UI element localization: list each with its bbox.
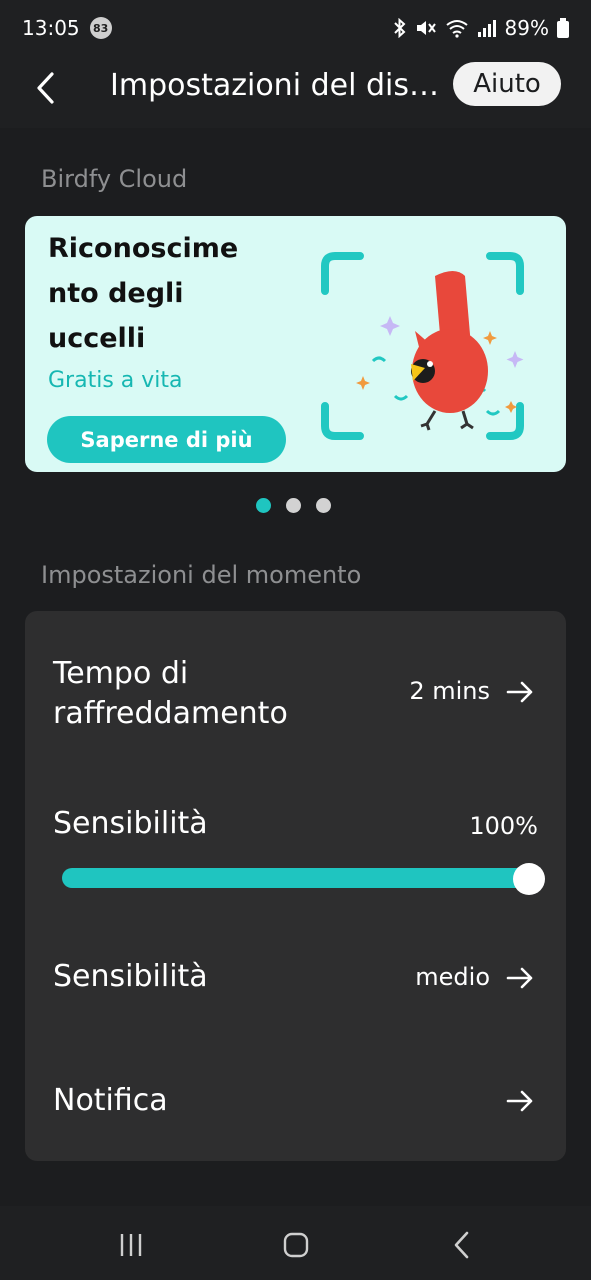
status-time: 13:05 — [22, 16, 80, 40]
moment-settings-card: Tempo di raffreddamento 2 mins Sensibili… — [25, 611, 566, 1161]
sensitivity-slider-thumb[interactable] — [513, 863, 545, 895]
notification-label: Notifica — [53, 1083, 168, 1118]
cooldown-value: 2 mins — [409, 677, 490, 705]
carousel-indicator — [256, 498, 331, 513]
system-nav-bar — [0, 1206, 591, 1280]
sensitivity-slider-value: 100% — [469, 812, 538, 840]
wifi-icon — [445, 20, 468, 38]
home-icon[interactable] — [281, 1230, 311, 1260]
sensitivity-level-label: Sensibilità — [53, 959, 208, 994]
cooldown-label: Tempo di raffreddamento — [53, 656, 288, 731]
notification-count-badge: 83 — [89, 17, 112, 39]
nav-back-icon[interactable] — [448, 1230, 478, 1260]
sensitivity-slider-track[interactable] — [62, 868, 530, 888]
banner-title: Riconoscime nto degli uccelli — [48, 233, 239, 354]
right-arrow-icon — [506, 1090, 533, 1112]
right-arrow-icon — [506, 681, 533, 703]
banner-subtitle: Gratis a vita — [48, 368, 183, 393]
battery-percent: 89% — [504, 16, 549, 40]
promo-banner[interactable]: Riconoscime nto degli uccelli Gratis a v… — [25, 216, 566, 472]
mute-icon — [416, 21, 436, 35]
learn-more-button[interactable]: Saperne di più — [47, 416, 286, 463]
battery-icon — [557, 18, 569, 38]
sensitivity-level-value: medio — [415, 963, 490, 991]
help-button[interactable]: Aiuto — [453, 62, 561, 106]
section-label-cloud: Birdfy Cloud — [41, 165, 188, 193]
carousel-dot-3[interactable] — [316, 498, 331, 513]
page-title: Impostazioni del dis… — [110, 68, 439, 103]
bluetooth-icon — [393, 18, 406, 38]
recents-icon[interactable] — [116, 1230, 146, 1260]
right-arrow-icon — [506, 967, 533, 989]
carousel-dot-2[interactable] — [286, 498, 301, 513]
back-button[interactable] — [26, 68, 66, 108]
status-bar: 13:05 83 89% — [0, 0, 591, 56]
signal-icon — [477, 20, 496, 37]
back-arrow-icon — [37, 72, 54, 104]
app-header: Impostazioni del dis… Aiuto — [0, 56, 591, 128]
carousel-dot-1[interactable] — [256, 498, 271, 513]
bird-recognition-illustration — [321, 252, 524, 440]
sensitivity-slider-label: Sensibilità — [53, 806, 208, 841]
section-label-moment: Impostazioni del momento — [41, 561, 362, 589]
